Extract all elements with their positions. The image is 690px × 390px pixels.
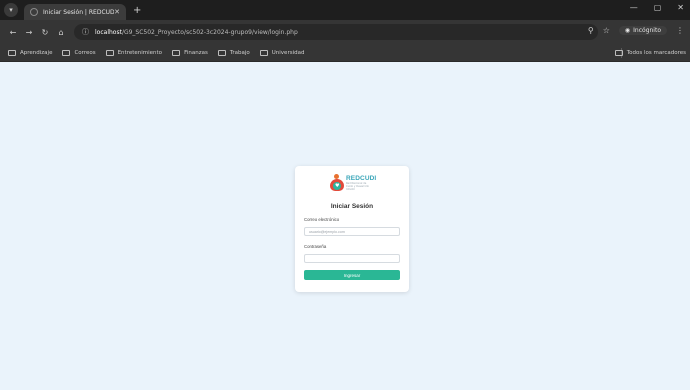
browser-tab[interactable]: Iniciar Sesión | REDCUDI ✕ <box>24 4 126 20</box>
menu-icon[interactable]: ⋮ <box>676 26 684 35</box>
bookmark-label: Universidad <box>271 49 305 56</box>
bookmarks-bar: Aprendizaje Correos Entretenimiento Fina… <box>0 44 690 62</box>
bookmark-label: Trabajo <box>229 49 250 56</box>
folder-icon <box>172 49 181 56</box>
login-submit-button[interactable]: Ingresar <box>304 270 400 280</box>
url-path: /G9_SC502_Proyecto/sc502-3c2024-grupo9/v… <box>121 28 298 36</box>
plus-icon[interactable]: + <box>133 5 141 16</box>
bookmark-label: Aprendizaje <box>20 49 53 56</box>
folder-icon <box>217 49 226 56</box>
page-content: ♥ REDCUDI Red Nacional de Cuido y Desarr… <box>0 62 690 390</box>
browser-toolbar: ← → ↻ ⌂ ⓘ localhost/G9_SC502_Proyecto/sc… <box>0 20 690 44</box>
bookmark-folder-finanzas[interactable]: Finanzas <box>172 49 208 56</box>
all-bookmarks-button[interactable]: Todos los marcadores <box>614 50 686 56</box>
minimize-icon[interactable]: — <box>630 3 638 12</box>
login-title: Iniciar Sesión <box>330 203 374 210</box>
bookmark-label: Correos <box>74 49 96 56</box>
globe-icon <box>30 8 38 16</box>
bookmark-folder-correos[interactable]: Correos <box>62 49 96 56</box>
incognito-icon: ◉ <box>624 27 631 34</box>
bookmark-folder-entretenimiento[interactable]: Entretenimiento <box>105 49 163 56</box>
password-label: Contraseña <box>304 244 327 249</box>
window-controls: — ▢ ✕ <box>630 3 684 12</box>
tab-list-icon[interactable]: ▾ <box>4 3 18 17</box>
bookmark-folder-universidad[interactable]: Universidad <box>259 49 305 56</box>
bookmark-folder-aprendizaje[interactable]: Aprendizaje <box>8 49 53 56</box>
email-field[interactable] <box>304 227 400 236</box>
redcudi-logo: ♥ REDCUDI Red Nacional de Cuido y Desarr… <box>330 174 376 192</box>
folder-icon <box>105 49 114 56</box>
back-icon[interactable]: ← <box>6 28 20 37</box>
toolbar-right: ⚲ ☆ ◉ Incógnito ⋮ <box>588 26 684 35</box>
folder-icon <box>614 50 623 56</box>
password-field[interactable] <box>304 254 400 263</box>
close-window-icon[interactable]: ✕ <box>677 3 684 12</box>
folder-icon <box>259 49 268 56</box>
incognito-badge[interactable]: ◉ Incógnito <box>618 26 667 35</box>
address-bar-url: localhost/G9_SC502_Proyecto/sc502-3c2024… <box>95 29 298 36</box>
tab-title: Iniciar Sesión | REDCUDI <box>43 8 115 16</box>
site-info-icon[interactable]: ⓘ <box>82 27 89 37</box>
all-bookmarks-label: Todos los marcadores <box>626 50 686 56</box>
folder-icon <box>62 49 71 56</box>
logo-name: REDCUDI <box>346 175 377 182</box>
url-host: localhost <box>95 28 122 36</box>
bookmark-folder-trabajo[interactable]: Trabajo <box>217 49 250 56</box>
address-bar[interactable]: ⓘ localhost/G9_SC502_Proyecto/sc502-3c20… <box>74 24 598 40</box>
bookmark-label: Finanzas <box>184 49 208 56</box>
logo-mark-icon: ♥ <box>330 174 344 192</box>
close-icon[interactable]: ✕ <box>114 8 120 16</box>
bookmark-label: Entretenimiento <box>117 49 163 56</box>
email-label: Correo electrónico <box>304 217 340 222</box>
incognito-label: Incógnito <box>633 27 661 34</box>
zoom-icon[interactable]: ⚲ <box>588 26 594 35</box>
login-card: ♥ REDCUDI Red Nacional de Cuido y Desarr… <box>295 166 409 292</box>
maximize-icon[interactable]: ▢ <box>654 3 662 12</box>
reload-icon[interactable]: ↻ <box>38 28 52 37</box>
browser-tab-bar: ▾ Iniciar Sesión | REDCUDI ✕ + — ▢ ✕ <box>0 0 690 20</box>
home-icon[interactable]: ⌂ <box>54 28 68 37</box>
logo-tagline: Red Nacional de Cuido y Desarrollo Infan… <box>346 182 369 191</box>
logo-text: REDCUDI Red Nacional de Cuido y Desarrol… <box>346 175 376 191</box>
forward-icon[interactable]: → <box>22 28 36 37</box>
folder-icon <box>8 49 16 56</box>
star-icon[interactable]: ☆ <box>603 26 610 35</box>
